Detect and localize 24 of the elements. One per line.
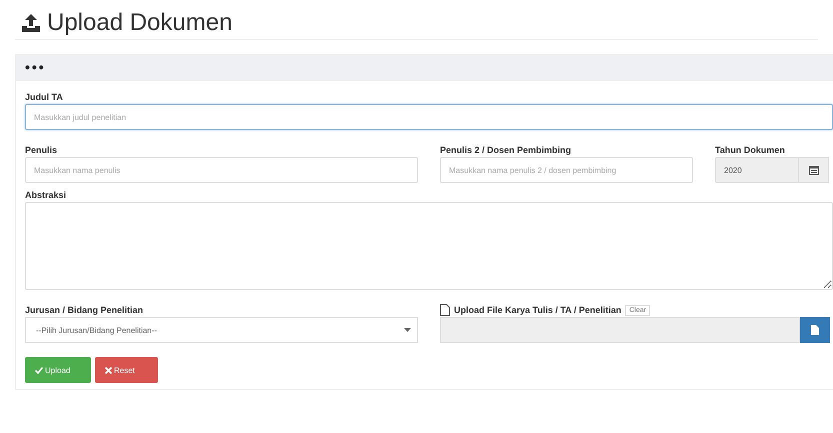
upload-icon	[21, 12, 41, 32]
calendar-icon[interactable]	[808, 165, 818, 175]
department-select[interactable]: --Pilih Jurusan/Bidang Penelitian--	[25, 317, 418, 343]
title-input[interactable]: Masukkan judul penelitian	[25, 104, 833, 130]
field-label: Upload File Karya Tulis / TA / Penelitian	[454, 304, 622, 317]
upload-button[interactable]: Upload	[25, 357, 91, 383]
close-icon	[105, 366, 112, 374]
check-icon	[35, 366, 43, 374]
field-label: Penulis	[25, 144, 58, 157]
reset-button[interactable]: Reset	[95, 357, 158, 383]
field-label: Jurusan / Bidang Penelitian	[25, 304, 144, 317]
field-label: Judul TA	[25, 91, 64, 104]
field-label: Abstraksi	[25, 189, 68, 202]
field-label: Tahun Dokumen	[715, 144, 786, 157]
browse-button[interactable]	[800, 317, 830, 343]
panel-header: •••	[16, 55, 833, 81]
field-label: Penulis 2 / Dosen Pembimbing	[440, 144, 572, 157]
caret-icon	[404, 328, 411, 332]
author-input[interactable]: Masukkan nama penulis	[25, 157, 418, 183]
file-icon	[440, 304, 450, 316]
author-input[interactable]: Masukkan nama penulis 2 / dosen pembimbing	[440, 157, 693, 183]
file-icon	[811, 325, 819, 335]
file-input[interactable]	[440, 317, 800, 343]
page-title: Upload Dokumen	[47, 8, 232, 36]
